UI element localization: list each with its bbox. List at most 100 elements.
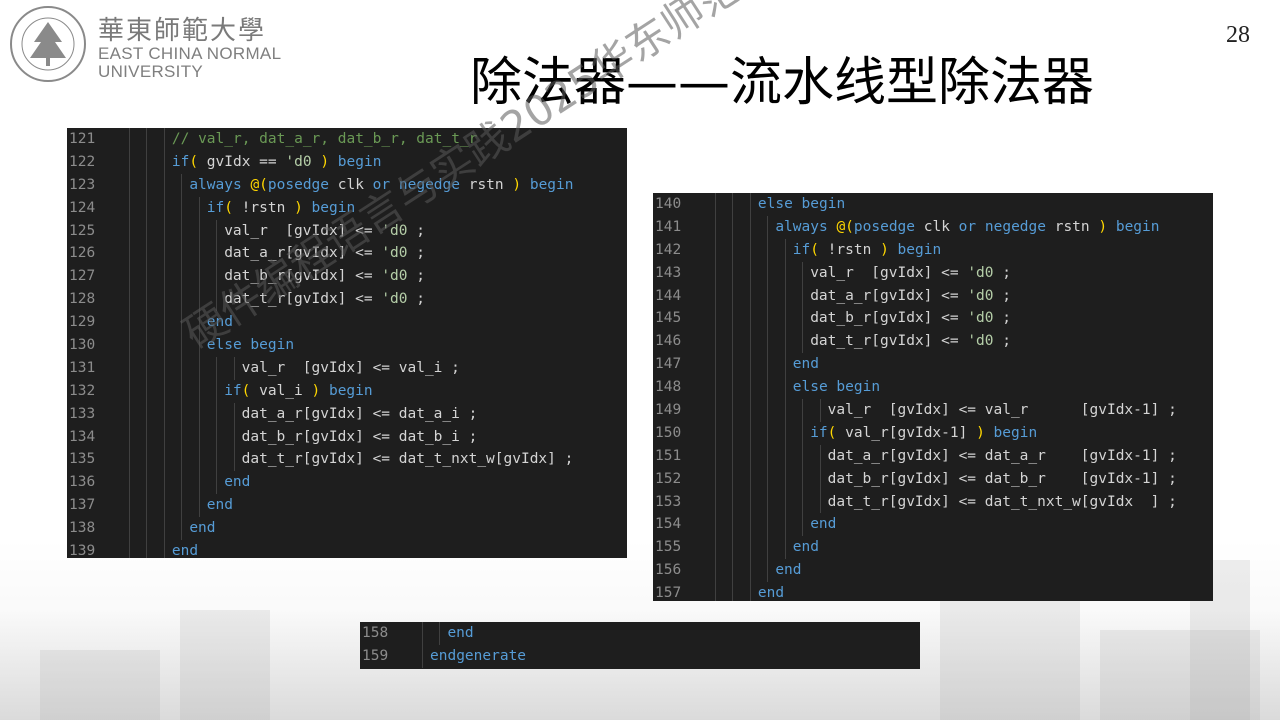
indent-guide [732, 353, 734, 377]
indent-guide [802, 444, 804, 468]
line-number: 131 [69, 359, 96, 376]
indent-guide [784, 307, 786, 331]
indent-guide [198, 356, 200, 380]
code-text: dat_a_r[gvIdx] <= 'd0 ; [810, 287, 1011, 304]
indent-guide [715, 330, 716, 354]
code-line: 135 dat_t_r[gvIdx] <= dat_t_nxt_w[gvIdx] … [67, 448, 627, 472]
indent-guide [819, 399, 821, 422]
indent-guide [198, 425, 200, 449]
line-number: 137 [69, 497, 96, 514]
code-line: 144 dat_a_r[gvIdx] <= 'd0 ; [653, 284, 1213, 308]
code-line: 151 dat_a_r[gvIdx] <= dat_a_r [gvIdx-1] ; [653, 444, 1213, 468]
indent-guide [767, 376, 769, 400]
indent-guide [749, 238, 751, 262]
indent-guide [732, 399, 734, 422]
indent-guide [802, 399, 804, 422]
logo-english-line2: UNIVERSITY [98, 62, 204, 81]
line-number: 134 [69, 428, 96, 445]
indent-guide [181, 379, 183, 403]
code-text: dat_t_r[gvIdx] <= dat_t_nxt_w[gvIdx] ; [241, 451, 574, 468]
indent-guide [767, 353, 769, 377]
indent-guide [784, 376, 786, 400]
indent-guide [181, 425, 183, 449]
indent-guide [732, 444, 734, 468]
indent-guide [181, 402, 183, 426]
code-text: val_r [gvIdx] <= 'd0 ; [810, 264, 1011, 281]
code-line: 137 end [67, 494, 627, 518]
code-line: 121 // val_r, dat_a_r, dat_b_r, dat_t_r [67, 128, 627, 151]
indent-guide [146, 242, 148, 266]
line-number: 141 [655, 218, 682, 235]
code-text: endgenerate [430, 647, 527, 664]
line-number: 143 [655, 264, 682, 281]
code-text: dat_a_r[gvIdx] <= 'd0 ; [224, 245, 425, 262]
code-line: 127 dat_b_r[gvIdx] <= 'd0 ; [67, 265, 627, 289]
code-text: dat_t_r[gvIdx] <= 'd0 ; [224, 291, 425, 308]
line-number: 124 [69, 199, 96, 216]
indent-guide [198, 334, 200, 357]
indent-guide [129, 219, 130, 243]
indent-guide [198, 471, 200, 495]
indent-guide [129, 517, 130, 541]
indent-guide [422, 644, 423, 668]
indent-guide [146, 311, 148, 335]
indent-guide [129, 242, 130, 266]
indent-guide [732, 284, 734, 308]
indent-guide [715, 536, 716, 560]
code-line: 148 else begin [653, 376, 1213, 400]
indent-guide [163, 128, 165, 151]
indent-guide [767, 238, 769, 262]
indent-guide [146, 173, 148, 197]
indent-guide [181, 311, 183, 335]
indent-guide [181, 173, 183, 197]
code-line: 140 else begin [653, 193, 1213, 216]
indent-guide [715, 238, 716, 262]
indent-guide [163, 425, 165, 449]
code-text: end [224, 474, 251, 491]
indent-guide [749, 421, 751, 445]
indent-guide [819, 467, 821, 491]
code-line: 157 end [653, 582, 1213, 601]
indent-guide [749, 215, 751, 239]
indent-guide [749, 353, 751, 377]
indent-guide [146, 196, 148, 220]
line-number: 133 [69, 405, 96, 422]
indent-guide [181, 494, 183, 518]
code-line: 136 end [67, 471, 627, 495]
code-line: 146 dat_t_r[gvIdx] <= 'd0 ; [653, 330, 1213, 354]
indent-guide [749, 513, 751, 537]
indent-guide [732, 467, 734, 491]
indent-guide [146, 425, 148, 449]
indent-guide [146, 265, 148, 289]
indent-guide [181, 219, 183, 243]
indent-guide [181, 242, 183, 266]
indent-guide [715, 582, 716, 601]
indent-guide [767, 490, 769, 514]
indent-guide [715, 467, 716, 491]
line-number: 153 [655, 493, 682, 510]
indent-guide [732, 238, 734, 262]
indent-guide [802, 330, 804, 354]
indent-guide [181, 471, 183, 495]
indent-guide [749, 376, 751, 400]
line-number: 155 [655, 539, 682, 556]
indent-guide [146, 540, 148, 558]
indent-guide [784, 444, 786, 468]
indent-guide [163, 311, 165, 335]
indent-guide [163, 265, 165, 289]
indent-guide [767, 536, 769, 560]
indent-guide [129, 311, 130, 335]
indent-guide [163, 517, 165, 541]
line-number: 132 [69, 382, 96, 399]
code-text: if( val_i ) begin [224, 382, 373, 399]
indent-guide [163, 540, 165, 558]
code-text: end [171, 543, 199, 558]
indent-guide [715, 444, 716, 468]
line-number: 149 [655, 402, 682, 419]
indent-guide [146, 128, 148, 151]
indent-guide [784, 353, 786, 377]
indent-guide [233, 425, 235, 449]
indent-guide [163, 242, 165, 266]
indent-guide [732, 421, 734, 445]
line-number: 130 [69, 337, 96, 354]
